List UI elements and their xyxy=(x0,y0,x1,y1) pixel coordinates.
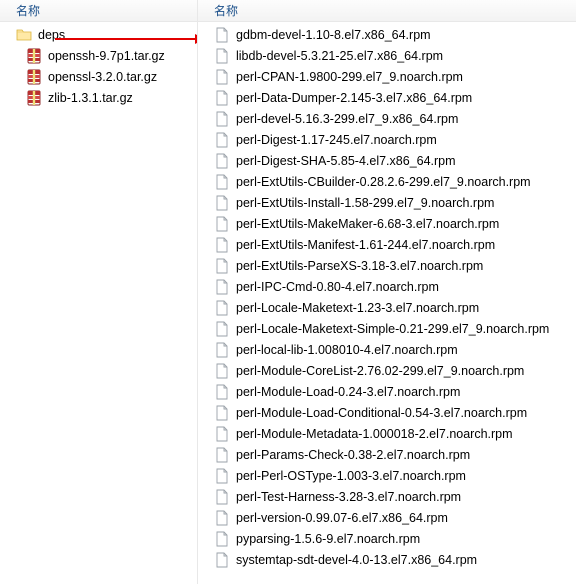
file-icon xyxy=(214,258,230,274)
list-item[interactable]: pyparsing-1.5.6-9.el7.noarch.rpm xyxy=(198,528,576,549)
list-item[interactable]: perl-Params-Check-0.38-2.el7.noarch.rpm xyxy=(198,444,576,465)
file-name: perl-Module-Load-0.24-3.el7.noarch.rpm xyxy=(236,385,460,399)
file-name: perl-Locale-Maketext-1.23-3.el7.noarch.r… xyxy=(236,301,479,315)
list-item[interactable]: perl-version-0.99.07-6.el7.x86_64.rpm xyxy=(198,507,576,528)
file-icon xyxy=(214,321,230,337)
list-item[interactable]: perl-Digest-1.17-245.el7.noarch.rpm xyxy=(198,129,576,150)
file-name: perl-local-lib-1.008010-4.el7.noarch.rpm xyxy=(236,343,458,357)
file-name: perl-devel-5.16.3-299.el7_9.x86_64.rpm xyxy=(236,112,458,126)
list-item[interactable]: perl-Perl-OSType-1.003-3.el7.noarch.rpm xyxy=(198,465,576,486)
archive-icon xyxy=(26,69,42,85)
file-icon xyxy=(214,195,230,211)
left-header[interactable]: 名称 xyxy=(0,0,197,22)
file-name: perl-version-0.99.07-6.el7.x86_64.rpm xyxy=(236,511,448,525)
red-arrow-annotation xyxy=(55,38,195,40)
list-item[interactable]: perl-Digest-SHA-5.85-4.el7.x86_64.rpm xyxy=(198,150,576,171)
file-icon xyxy=(214,174,230,190)
file-name: perl-Digest-1.17-245.el7.noarch.rpm xyxy=(236,133,437,147)
list-item[interactable]: systemtap-sdt-devel-4.0-13.el7.x86_64.rp… xyxy=(198,549,576,570)
file-name: perl-Params-Check-0.38-2.el7.noarch.rpm xyxy=(236,448,470,462)
list-item[interactable]: openssh-9.7p1.tar.gz xyxy=(0,45,197,66)
file-name: zlib-1.3.1.tar.gz xyxy=(48,91,133,105)
list-item[interactable]: perl-ExtUtils-Manifest-1.61-244.el7.noar… xyxy=(198,234,576,255)
file-name: perl-Test-Harness-3.28-3.el7.noarch.rpm xyxy=(236,490,461,504)
file-name: perl-ExtUtils-Manifest-1.61-244.el7.noar… xyxy=(236,238,495,252)
file-icon xyxy=(214,216,230,232)
file-name: openssl-3.2.0.tar.gz xyxy=(48,70,157,84)
list-item[interactable]: perl-Module-Metadata-1.000018-2.el7.noar… xyxy=(198,423,576,444)
file-icon xyxy=(214,153,230,169)
file-name: perl-Perl-OSType-1.003-3.el7.noarch.rpm xyxy=(236,469,466,483)
file-icon xyxy=(214,468,230,484)
file-icon xyxy=(214,531,230,547)
file-name: perl-IPC-Cmd-0.80-4.el7.noarch.rpm xyxy=(236,280,439,294)
list-item[interactable]: gdbm-devel-1.10-8.el7.x86_64.rpm xyxy=(198,24,576,45)
file-icon xyxy=(214,384,230,400)
left-header-label: 名称 xyxy=(16,2,40,19)
file-name: pyparsing-1.5.6-9.el7.noarch.rpm xyxy=(236,532,420,546)
archive-icon xyxy=(26,90,42,106)
list-item[interactable]: perl-ExtUtils-ParseXS-3.18-3.el7.noarch.… xyxy=(198,255,576,276)
list-item[interactable]: perl-ExtUtils-CBuilder-0.28.2.6-299.el7_… xyxy=(198,171,576,192)
list-item[interactable]: perl-IPC-Cmd-0.80-4.el7.noarch.rpm xyxy=(198,276,576,297)
list-item[interactable]: zlib-1.3.1.tar.gz xyxy=(0,87,197,108)
file-name: perl-CPAN-1.9800-299.el7_9.noarch.rpm xyxy=(236,70,463,84)
list-item[interactable]: perl-Data-Dumper-2.145-3.el7.x86_64.rpm xyxy=(198,87,576,108)
file-name: gdbm-devel-1.10-8.el7.x86_64.rpm xyxy=(236,28,431,42)
file-name: perl-Module-Metadata-1.000018-2.el7.noar… xyxy=(236,427,513,441)
list-item[interactable]: perl-Module-Load-0.24-3.el7.noarch.rpm xyxy=(198,381,576,402)
list-item[interactable]: deps xyxy=(0,24,197,45)
file-name: perl-Module-CoreList-2.76.02-299.el7_9.n… xyxy=(236,364,524,378)
list-item[interactable]: perl-Locale-Maketext-Simple-0.21-299.el7… xyxy=(198,318,576,339)
file-icon xyxy=(214,405,230,421)
list-item[interactable]: perl-Locale-Maketext-1.23-3.el7.noarch.r… xyxy=(198,297,576,318)
file-name: perl-Digest-SHA-5.85-4.el7.x86_64.rpm xyxy=(236,154,456,168)
list-item[interactable]: perl-Module-Load-Conditional-0.54-3.el7.… xyxy=(198,402,576,423)
file-name: perl-ExtUtils-CBuilder-0.28.2.6-299.el7_… xyxy=(236,175,531,189)
left-file-list: deps openssh-9.7p1.tar.gz openssl-3.2.0.ta… xyxy=(0,22,197,108)
file-name: perl-ExtUtils-ParseXS-3.18-3.el7.noarch.… xyxy=(236,259,483,273)
file-icon xyxy=(214,279,230,295)
file-icon xyxy=(214,510,230,526)
file-icon xyxy=(214,447,230,463)
list-item[interactable]: perl-ExtUtils-Install-1.58-299.el7_9.noa… xyxy=(198,192,576,213)
list-item[interactable]: perl-ExtUtils-MakeMaker-6.68-3.el7.noarc… xyxy=(198,213,576,234)
right-header[interactable]: 名称 xyxy=(198,0,576,22)
file-icon xyxy=(214,363,230,379)
file-name: perl-ExtUtils-Install-1.58-299.el7_9.noa… xyxy=(236,196,494,210)
list-item[interactable]: perl-devel-5.16.3-299.el7_9.x86_64.rpm xyxy=(198,108,576,129)
list-item[interactable]: perl-local-lib-1.008010-4.el7.noarch.rpm xyxy=(198,339,576,360)
file-icon xyxy=(214,552,230,568)
file-name: perl-Data-Dumper-2.145-3.el7.x86_64.rpm xyxy=(236,91,472,105)
file-icon xyxy=(214,426,230,442)
file-icon xyxy=(214,132,230,148)
right-file-list: gdbm-devel-1.10-8.el7.x86_64.rpm libdb-de… xyxy=(198,22,576,570)
file-icon xyxy=(214,69,230,85)
file-name: perl-ExtUtils-MakeMaker-6.68-3.el7.noarc… xyxy=(236,217,499,231)
list-item[interactable]: perl-CPAN-1.9800-299.el7_9.noarch.rpm xyxy=(198,66,576,87)
file-name: systemtap-sdt-devel-4.0-13.el7.x86_64.rp… xyxy=(236,553,477,567)
list-item[interactable]: perl-Test-Harness-3.28-3.el7.noarch.rpm xyxy=(198,486,576,507)
file-icon xyxy=(214,48,230,64)
left-panel: 名称 deps openssh-9.7p1.tar.gz openssl-3.2.0… xyxy=(0,0,198,584)
list-item[interactable]: libdb-devel-5.3.21-25.el7.x86_64.rpm xyxy=(198,45,576,66)
folder-icon xyxy=(16,27,32,43)
file-icon xyxy=(214,27,230,43)
list-item[interactable]: perl-Module-CoreList-2.76.02-299.el7_9.n… xyxy=(198,360,576,381)
file-icon xyxy=(214,342,230,358)
file-icon xyxy=(214,300,230,316)
right-panel: 名称 gdbm-devel-1.10-8.el7.x86_64.rpmlibdb… xyxy=(198,0,576,584)
list-item[interactable]: openssl-3.2.0.tar.gz xyxy=(0,66,197,87)
archive-icon xyxy=(26,48,42,64)
right-header-label: 名称 xyxy=(214,2,238,19)
file-icon xyxy=(214,90,230,106)
file-name: openssh-9.7p1.tar.gz xyxy=(48,49,165,63)
file-icon xyxy=(214,237,230,253)
file-icon xyxy=(214,489,230,505)
file-name: perl-Locale-Maketext-Simple-0.21-299.el7… xyxy=(236,322,549,336)
file-name: libdb-devel-5.3.21-25.el7.x86_64.rpm xyxy=(236,49,443,63)
file-name: perl-Module-Load-Conditional-0.54-3.el7.… xyxy=(236,406,527,420)
file-icon xyxy=(214,111,230,127)
